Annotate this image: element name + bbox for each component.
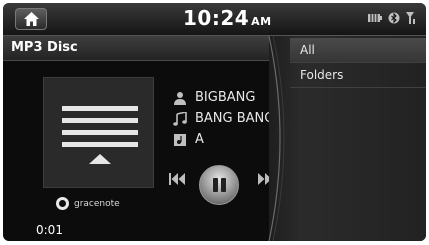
infotainment-screen: 10:24 AM MP3 Disc BIGBANG BANG BANG A gr… [3, 3, 426, 241]
elapsed-time: 0:01 [36, 223, 63, 237]
page-title: MP3 Disc [11, 40, 78, 55]
pause-button[interactable] [199, 165, 239, 205]
home-button[interactable] [15, 8, 47, 30]
battery-icon [368, 14, 382, 22]
artist-name: BIGBANG [195, 90, 256, 105]
signal-icon [406, 12, 415, 24]
album-art-stripe [62, 130, 138, 135]
artist-icon [174, 91, 186, 105]
clock-time: 10:24 [183, 6, 250, 30]
album-art [43, 77, 154, 188]
menu-divider [290, 87, 426, 88]
album-art-emblem [89, 154, 111, 164]
album-icon [174, 133, 186, 146]
source-title-bar: MP3 Disc [3, 36, 273, 61]
album-art-stripe [62, 106, 138, 111]
previous-track-button[interactable] [169, 173, 185, 185]
bluetooth-icon [388, 12, 400, 24]
album-name: A [195, 132, 204, 147]
menu-item-all[interactable]: All [290, 38, 426, 62]
clock-ampm: AM [251, 15, 272, 28]
gracenote-icon [56, 197, 69, 210]
pause-icon-left-bar [213, 178, 218, 192]
status-icons [368, 12, 416, 24]
gracenote-logo: gracenote [56, 197, 120, 210]
album-row: A [173, 132, 204, 147]
menu-item-folders[interactable]: Folders [290, 63, 426, 87]
panel-curve-divider [268, 36, 285, 241]
pause-icon-right-bar [221, 178, 226, 192]
gracenote-label: gracenote [74, 198, 120, 209]
artist-row: BIGBANG [173, 90, 255, 105]
album-art-stripe [62, 118, 138, 123]
clock: 10:24 AM [183, 6, 272, 30]
music-note-icon [173, 111, 187, 126]
album-art-stripe [62, 142, 138, 147]
status-bar: 10:24 AM [3, 3, 426, 36]
home-icon [24, 12, 39, 26]
